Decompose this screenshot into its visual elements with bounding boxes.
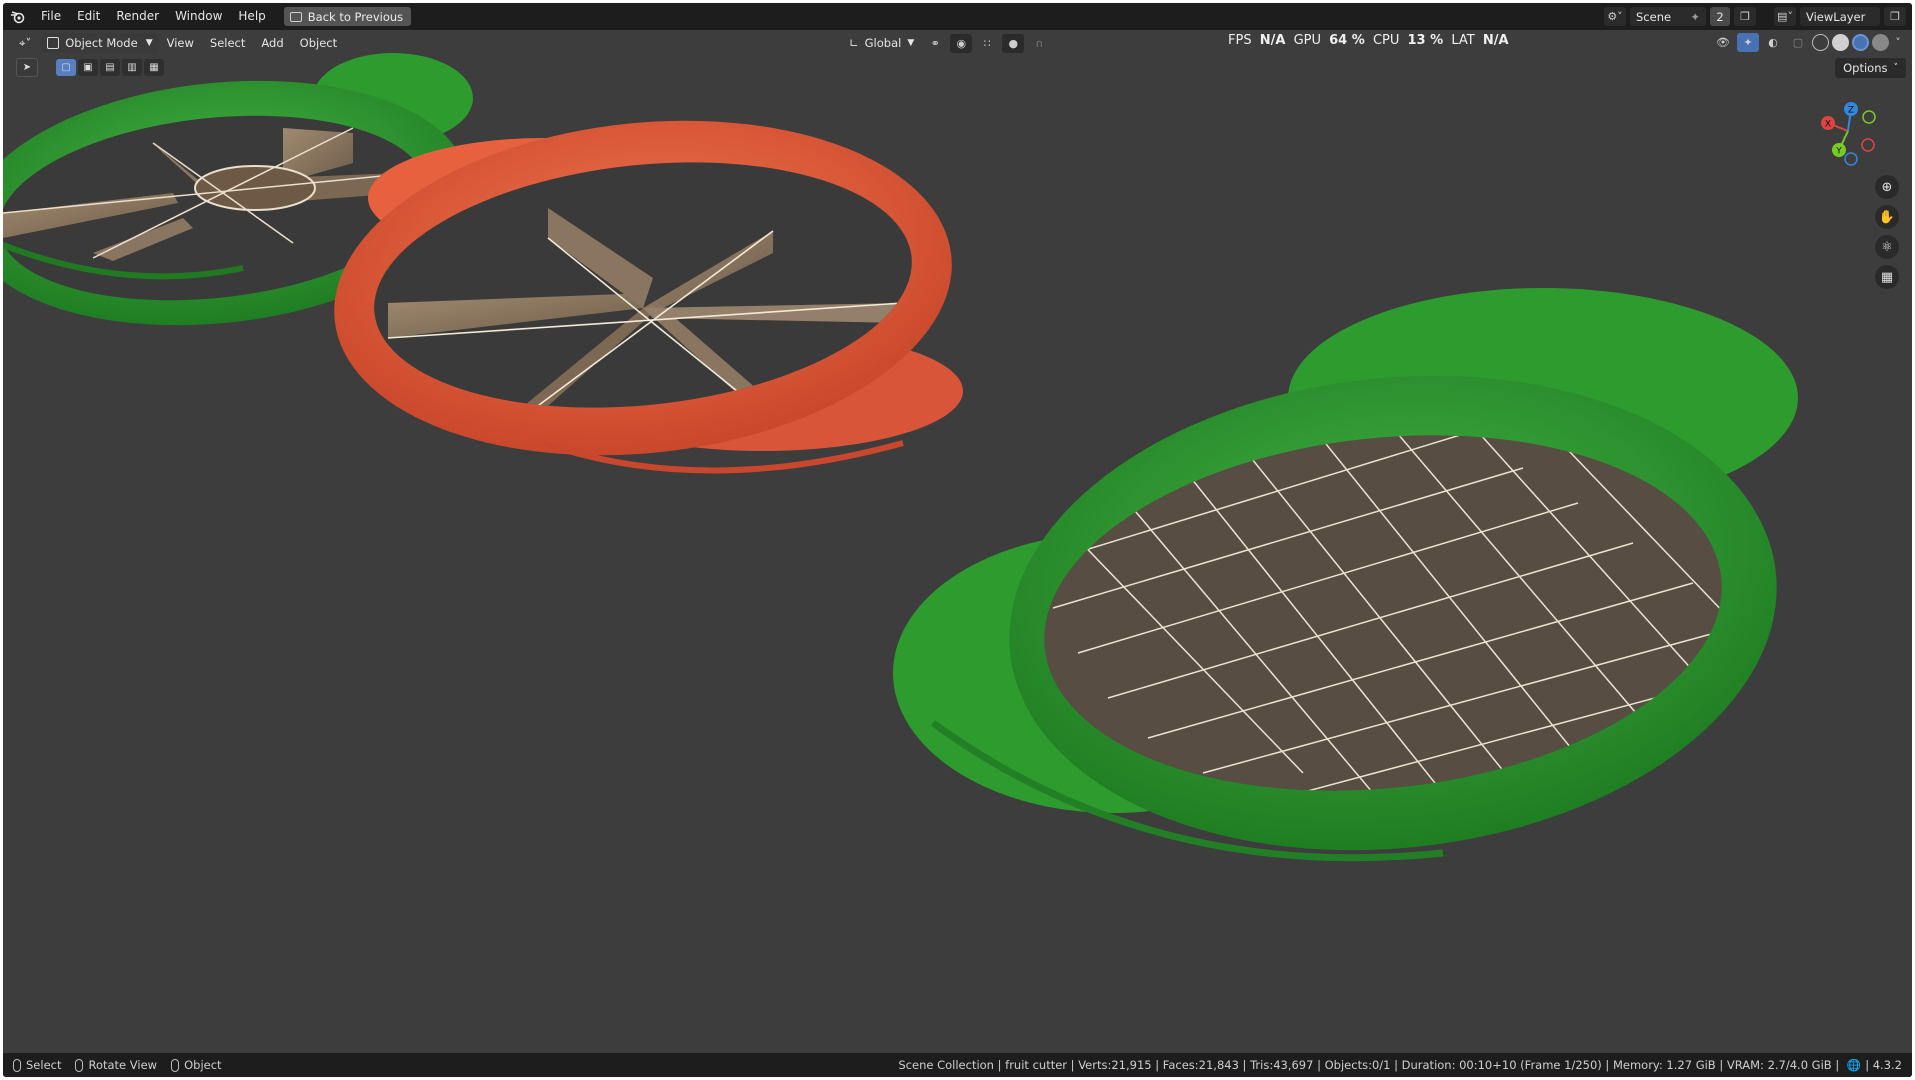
select-new-icon[interactable]: ▢ bbox=[56, 59, 76, 76]
z-axis-label: Z bbox=[1848, 106, 1854, 116]
menu-select[interactable]: Select bbox=[202, 36, 253, 50]
editor-type-icon[interactable]: ⌖˅ bbox=[13, 33, 37, 53]
menu-view[interactable]: View bbox=[159, 36, 202, 50]
fps-label: FPS bbox=[1228, 33, 1252, 48]
gpu-value: 64 % bbox=[1329, 33, 1365, 48]
x-axis-label: X bbox=[1825, 120, 1831, 130]
chevron-down-icon: ˅ bbox=[1893, 63, 1899, 73]
zoom-icon[interactable]: ⊕ bbox=[1875, 175, 1899, 199]
solid-shading-icon[interactable] bbox=[1832, 34, 1849, 51]
scene-selector-icon[interactable]: ⚙˅ bbox=[1604, 7, 1626, 26]
scene-name: Scene bbox=[1636, 9, 1672, 24]
perf-stats: FPS N/A GPU 64 % CPU 13 % LAT N/A bbox=[1228, 30, 1513, 56]
scene-info-text: Scene Collection | fruit cutter | Verts:… bbox=[898, 1058, 1840, 1072]
lat-label: LAT bbox=[1451, 33, 1475, 48]
transform-tools: ∟ Global ▼ ⚭ ◉ ∷ ● ∩ bbox=[839, 33, 1050, 53]
navigation-gizmo[interactable]: X Y Z bbox=[1811, 95, 1881, 167]
scene-name-field[interactable]: Scene ✦ bbox=[1630, 7, 1706, 26]
scene-controls: ⚙˅ Scene ✦ 2 ❐ ▤˅ ViewLayer ❐ bbox=[1604, 7, 1906, 26]
chevron-down-icon: ▼ bbox=[907, 38, 915, 48]
status-hints: Select Rotate View Object bbox=[3, 1058, 222, 1072]
material-shading-icon[interactable] bbox=[1852, 34, 1869, 51]
hint-object-label: Object bbox=[184, 1058, 222, 1072]
menu-render[interactable]: Render bbox=[108, 3, 167, 30]
viewlayer-name: ViewLayer bbox=[1806, 9, 1866, 24]
3d-viewport[interactable] bbox=[3, 3, 1912, 1077]
pin-icon[interactable]: ✦ bbox=[1690, 10, 1700, 24]
fps-value: N/A bbox=[1259, 33, 1286, 48]
fullscreen-icon bbox=[289, 11, 302, 22]
status-bar: Select Rotate View Object Scene Collecti… bbox=[3, 1053, 1912, 1077]
hint-rotate: Rotate View bbox=[75, 1058, 157, 1072]
select-subtract-icon[interactable]: ▤ bbox=[100, 59, 120, 76]
mouse-right-icon bbox=[171, 1059, 180, 1072]
menu-window[interactable]: Window bbox=[167, 3, 230, 30]
green-cutter-grid[interactable] bbox=[893, 288, 1803, 887]
cpu-label: CPU bbox=[1372, 33, 1400, 48]
blender-logo-icon[interactable] bbox=[3, 3, 33, 30]
visibility-icon[interactable]: 👁 bbox=[1712, 33, 1734, 52]
chevron-down-icon[interactable]: ˅ bbox=[1892, 33, 1904, 52]
select-cursor-icon[interactable]: ➤ bbox=[16, 58, 38, 77]
viewport-header: ⌖˅ Object Mode ▼ View Select Add Object … bbox=[3, 30, 1912, 56]
cpu-value: 13 % bbox=[1407, 33, 1444, 48]
pan-hand-icon[interactable]: ✋ bbox=[1875, 205, 1899, 229]
falloff-icon[interactable]: ∩ bbox=[1028, 34, 1050, 53]
hint-select: Select bbox=[13, 1058, 61, 1072]
orientation-icon: ∟ bbox=[849, 36, 859, 50]
options-label: Options bbox=[1843, 61, 1888, 75]
lat-value: N/A bbox=[1482, 33, 1509, 48]
menu-file[interactable]: File bbox=[33, 3, 69, 30]
new-scene-icon[interactable]: ❐ bbox=[1734, 7, 1756, 26]
wireframe-shading-icon[interactable] bbox=[1812, 34, 1829, 51]
pivot-icon[interactable]: ⚭ bbox=[924, 34, 946, 53]
new-viewlayer-icon[interactable]: ❐ bbox=[1884, 7, 1906, 26]
menu-object[interactable]: Object bbox=[292, 36, 345, 50]
ortho-grid-icon[interactable]: ▦ bbox=[1875, 265, 1899, 289]
globe-icon: 🌐 bbox=[1846, 1058, 1862, 1072]
options-dropdown[interactable]: Options ˅ bbox=[1835, 58, 1906, 78]
overlay-toggle-icon[interactable]: ◐ bbox=[1762, 33, 1784, 52]
menu-add[interactable]: Add bbox=[253, 36, 291, 50]
hint-object: Object bbox=[171, 1058, 222, 1072]
chevron-down-icon: ▼ bbox=[145, 38, 153, 48]
back-to-previous-label: Back to Previous bbox=[307, 9, 404, 24]
select-extend-icon[interactable]: ▣ bbox=[78, 59, 98, 76]
menu-help[interactable]: Help bbox=[230, 3, 273, 30]
blender-window: File Edit Render Window Help Back to Pre… bbox=[3, 3, 1912, 1077]
tool-row: ➤ ▢ ▣ ▤ ▥ ▦ bbox=[16, 58, 164, 77]
hint-rotate-label: Rotate View bbox=[88, 1058, 158, 1072]
version-text: 4.3.2 bbox=[1872, 1058, 1902, 1072]
viewlayer-selector-icon[interactable]: ▤˅ bbox=[1774, 7, 1796, 26]
proportional-edit-icon[interactable]: ● bbox=[1002, 33, 1025, 53]
menu-edit[interactable]: Edit bbox=[69, 3, 108, 30]
rendered-shading-icon[interactable] bbox=[1872, 34, 1889, 51]
xray-toggle-icon[interactable]: ▢ bbox=[1787, 33, 1809, 52]
hint-select-label: Select bbox=[26, 1058, 62, 1072]
scene-users-count[interactable]: 2 bbox=[1710, 7, 1730, 26]
orientation-selector[interactable]: ∟ Global ▼ bbox=[843, 33, 920, 53]
select-invert-icon[interactable]: ▥ bbox=[122, 59, 142, 76]
select-intersect-icon[interactable]: ▦ bbox=[144, 59, 164, 76]
gizmo-toggle-icon[interactable]: ✦ bbox=[1737, 33, 1759, 52]
camera-view-icon[interactable]: ⚛ bbox=[1875, 235, 1899, 259]
mode-selector[interactable]: Object Mode ▼ bbox=[41, 33, 159, 53]
object-mode-icon bbox=[47, 37, 60, 49]
selection-mode-group: ▢ ▣ ▤ ▥ ▦ bbox=[56, 59, 164, 76]
scene-statistics: Scene Collection | fruit cutter | Verts:… bbox=[898, 1058, 1902, 1072]
main-menu: File Edit Render Window Help bbox=[33, 3, 274, 30]
snap-target-icon[interactable]: ∷ bbox=[976, 34, 998, 53]
mode-label: Object Mode bbox=[65, 36, 138, 50]
viewport-display-controls: 👁 ✦ ◐ ▢ ˅ bbox=[1712, 33, 1904, 52]
y-axis-label: Y bbox=[1835, 147, 1842, 157]
gpu-label: GPU bbox=[1293, 33, 1321, 48]
mouse-left-icon bbox=[13, 1059, 21, 1072]
snap-icon[interactable]: ◉ bbox=[950, 33, 973, 53]
back-to-previous-button[interactable]: Back to Previous bbox=[283, 7, 412, 26]
orientation-label: Global bbox=[864, 36, 902, 50]
viewlayer-field[interactable]: ViewLayer bbox=[1800, 7, 1880, 26]
mouse-middle-icon bbox=[75, 1059, 84, 1072]
top-bar: File Edit Render Window Help Back to Pre… bbox=[3, 3, 1912, 30]
